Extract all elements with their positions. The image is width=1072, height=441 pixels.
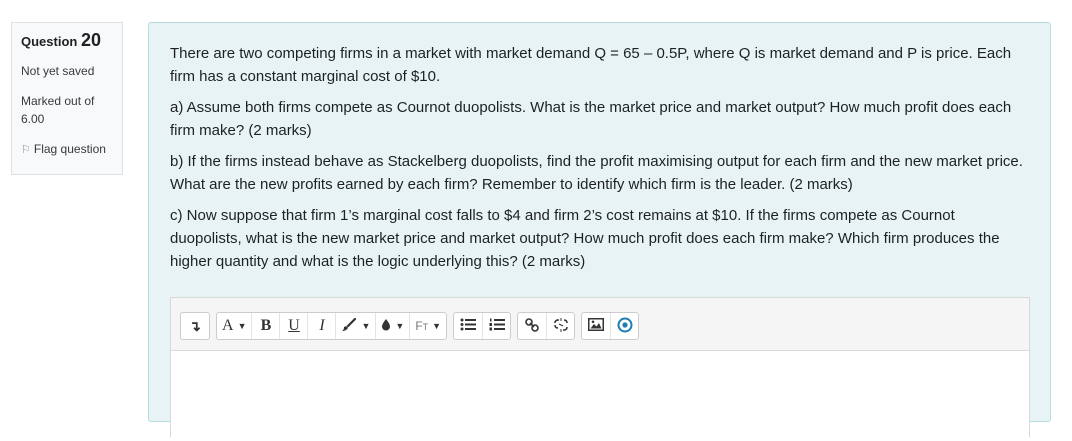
question-part-b: b) If the firms instead behave as Stacke…: [170, 153, 1023, 193]
text-color-button[interactable]: ▼: [335, 313, 375, 339]
unlink-button[interactable]: [546, 313, 574, 339]
image-icon: [588, 318, 605, 334]
underline-button[interactable]: U: [279, 313, 307, 339]
background-color-button[interactable]: ▼: [375, 313, 409, 339]
text-style-button[interactable]: A ▼: [217, 313, 251, 339]
font-family-label: F: [415, 319, 423, 333]
question-number-heading: Question 20: [21, 31, 122, 51]
question-content: There are two competing firms in a marke…: [148, 22, 1051, 441]
text-style-icon: A: [222, 317, 234, 334]
font-family-button[interactable]: FT ▼: [409, 313, 446, 339]
toolbar-group-collapse: ↴: [180, 312, 210, 340]
font-family-icon: FT: [415, 319, 429, 333]
flag-question-link[interactable]: ⚐ Flag question: [21, 140, 122, 159]
question-intro: There are two competing firms in a marke…: [170, 45, 1012, 85]
question-label: Question: [21, 34, 78, 49]
toolbar-group-lists: [453, 312, 512, 340]
bullet-list-button[interactable]: [454, 313, 482, 339]
underline-icon: U: [288, 317, 300, 334]
chevron-down-icon: ▼: [395, 321, 405, 331]
toolbar-group-links: [517, 312, 576, 340]
numbered-list-button[interactable]: [482, 313, 510, 339]
answer-textarea[interactable]: [171, 350, 1029, 441]
flag-label: Flag question: [33, 142, 106, 156]
collapse-button[interactable]: ↴: [181, 313, 209, 339]
link-button[interactable]: [518, 313, 546, 339]
question-text: There are two competing firms in a marke…: [170, 42, 1030, 281]
brush-icon: [341, 317, 357, 335]
bullet-list-icon: [460, 318, 477, 334]
record-icon: [617, 317, 633, 336]
collapse-icon: ↴: [189, 317, 201, 334]
question-info-panel: Question 20 Not yet saved Marked out of …: [11, 22, 123, 175]
link-icon: [525, 317, 539, 335]
insert-image-button[interactable]: [582, 313, 610, 339]
question-number: 20: [80, 30, 101, 50]
editor-toolbar: ↴ A ▼ B U I ▼ ▼ FT ▼: [180, 312, 640, 340]
grade-info: Marked out of 6.00: [21, 94, 95, 126]
toolbar-group-media: [581, 312, 640, 340]
toolbar-group-style: A ▼ B U I ▼ ▼ FT ▼: [216, 312, 448, 340]
chevron-down-icon: ▼: [361, 321, 371, 331]
chevron-down-icon: ▼: [237, 321, 247, 331]
flag-icon: ⚐: [21, 144, 31, 156]
unlink-icon: [553, 317, 569, 335]
question-part-a: a) Assume both firms compete as Cournot …: [170, 99, 1012, 139]
italic-button[interactable]: I: [307, 313, 335, 339]
record-button[interactable]: [610, 313, 638, 339]
question-part-c: c) Now suppose that firm 1’s marginal co…: [170, 207, 1000, 270]
save-state: Not yet saved: [21, 64, 95, 78]
bold-button[interactable]: B: [251, 313, 279, 339]
bold-icon: B: [260, 317, 272, 334]
chevron-down-icon: ▼: [432, 321, 442, 331]
numbered-list-icon: [489, 318, 505, 334]
italic-icon: I: [319, 317, 325, 334]
answer-editor: ↴ A ▼ B U I ▼ ▼ FT ▼: [170, 297, 1030, 441]
ink-drop-icon: [381, 318, 391, 334]
